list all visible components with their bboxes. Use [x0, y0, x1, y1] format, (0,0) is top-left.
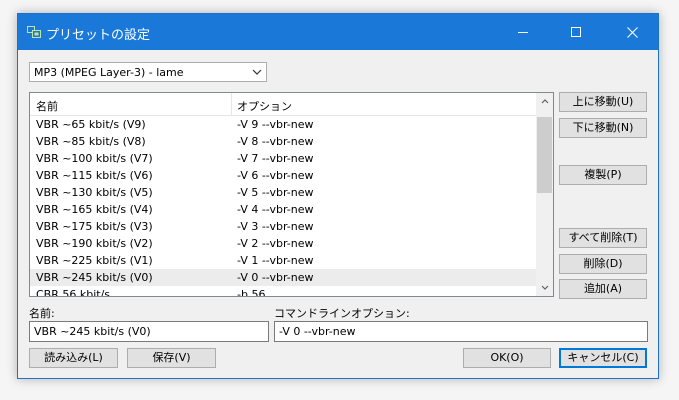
list-rows: VBR ~65 kbit/s (V9) -V 9 --vbr-new VBR ~8…	[30, 116, 537, 297]
app-icon	[27, 26, 41, 38]
cmdline-input-value: -V 0 --vbr-new	[279, 325, 356, 338]
chevron-up-icon	[541, 99, 548, 104]
table-row[interactable]: CBR 56 kbit/s -b 56	[30, 286, 537, 297]
row-name: VBR ~115 kbit/s (V6)	[36, 169, 153, 182]
table-row[interactable]: VBR ~85 kbit/s (V8) -V 8 --vbr-new	[30, 133, 537, 150]
minimize-icon	[518, 32, 528, 33]
ok-button[interactable]: OK(O)	[463, 348, 551, 368]
delete-all-button[interactable]: すべて削除(T)	[559, 228, 647, 248]
maximize-icon	[571, 27, 581, 37]
preset-list[interactable]: 名前 オプション VBR ~65 kbit/s (V9) -V 9 --vbr-n…	[29, 92, 554, 297]
chevron-down-icon	[252, 69, 262, 75]
format-select[interactable]: MP3 (MPEG Layer-3) - lame	[29, 62, 267, 82]
table-row[interactable]: VBR ~100 kbit/s (V7) -V 7 --vbr-new	[30, 150, 537, 167]
row-name: VBR ~165 kbit/s (V4)	[36, 203, 153, 216]
cmdline-input[interactable]: -V 0 --vbr-new	[274, 321, 648, 342]
name-input-value: VBR ~245 kbit/s (V0)	[34, 325, 151, 338]
column-header-name[interactable]: 名前	[36, 98, 58, 114]
column-divider[interactable]	[231, 93, 232, 115]
list-header: 名前 オプション	[30, 93, 537, 116]
row-name: CBR 56 kbit/s	[36, 288, 111, 297]
cancel-button[interactable]: キャンセル(C)	[559, 348, 647, 368]
table-row[interactable]: VBR ~115 kbit/s (V6) -V 6 --vbr-new	[30, 167, 537, 184]
add-button[interactable]: 追加(A)	[559, 279, 647, 299]
row-option: -V 4 --vbr-new	[237, 203, 314, 216]
window-title: プリセットの設定	[46, 28, 151, 43]
table-row-selected[interactable]: VBR ~245 kbit/s (V0) -V 0 --vbr-new	[30, 269, 537, 286]
scroll-down-button[interactable]	[536, 279, 553, 296]
duplicate-button[interactable]: 複製(P)	[559, 165, 647, 185]
table-row[interactable]: VBR ~175 kbit/s (V3) -V 3 --vbr-new	[30, 218, 537, 235]
table-row[interactable]: VBR ~165 kbit/s (V4) -V 4 --vbr-new	[30, 201, 537, 218]
row-name: VBR ~100 kbit/s (V7)	[36, 152, 153, 165]
row-option: -V 9 --vbr-new	[237, 118, 314, 131]
minimize-button[interactable]	[500, 14, 546, 50]
name-label: 名前:	[29, 307, 55, 320]
format-select-value: MP3 (MPEG Layer-3) - lame	[34, 66, 184, 79]
row-option: -V 6 --vbr-new	[237, 169, 314, 182]
save-button[interactable]: 保存(V)	[127, 348, 216, 368]
row-name: VBR ~65 kbit/s (V9)	[36, 118, 146, 131]
close-button[interactable]	[609, 14, 655, 50]
table-row[interactable]: VBR ~130 kbit/s (V5) -V 5 --vbr-new	[30, 184, 537, 201]
title-bar[interactable]: プリセットの設定	[18, 14, 658, 50]
scrollbar-thumb[interactable]	[537, 117, 552, 193]
row-option: -b 56	[237, 288, 266, 297]
move-down-button[interactable]: 下に移動(N)	[559, 118, 647, 138]
table-row[interactable]: VBR ~225 kbit/s (V1) -V 1 --vbr-new	[30, 252, 537, 269]
move-up-button[interactable]: 上に移動(U)	[559, 92, 647, 112]
row-name: VBR ~175 kbit/s (V3)	[36, 220, 153, 233]
maximize-button[interactable]	[553, 14, 599, 50]
scroll-up-button[interactable]	[536, 93, 553, 110]
row-name: VBR ~85 kbit/s (V8)	[36, 135, 146, 148]
chevron-down-icon	[541, 285, 548, 290]
load-button[interactable]: 読み込み(L)	[29, 348, 118, 368]
row-option: -V 8 --vbr-new	[237, 135, 314, 148]
row-name: VBR ~130 kbit/s (V5)	[36, 186, 153, 199]
delete-button[interactable]: 削除(D)	[559, 254, 647, 274]
row-name: VBR ~245 kbit/s (V0)	[36, 271, 153, 284]
row-option: -V 3 --vbr-new	[237, 220, 314, 233]
vertical-scrollbar[interactable]	[536, 93, 553, 296]
name-input[interactable]: VBR ~245 kbit/s (V0)	[29, 321, 269, 342]
close-icon	[626, 26, 638, 38]
table-row[interactable]: VBR ~190 kbit/s (V2) -V 2 --vbr-new	[30, 235, 537, 252]
row-option: -V 5 --vbr-new	[237, 186, 314, 199]
column-header-option[interactable]: オプション	[237, 98, 292, 114]
row-name: VBR ~190 kbit/s (V2)	[36, 237, 153, 250]
row-option: -V 1 --vbr-new	[237, 254, 314, 267]
cmdline-label: コマンドラインオプション:	[274, 307, 410, 320]
table-row[interactable]: VBR ~65 kbit/s (V9) -V 9 --vbr-new	[30, 116, 537, 133]
preset-settings-dialog: プリセットの設定 MP3 (MPEG Layer-3) - lame 名前 オプ…	[17, 13, 659, 379]
row-name: VBR ~225 kbit/s (V1)	[36, 254, 153, 267]
row-option: -V 0 --vbr-new	[237, 271, 314, 284]
row-option: -V 2 --vbr-new	[237, 237, 314, 250]
row-option: -V 7 --vbr-new	[237, 152, 314, 165]
